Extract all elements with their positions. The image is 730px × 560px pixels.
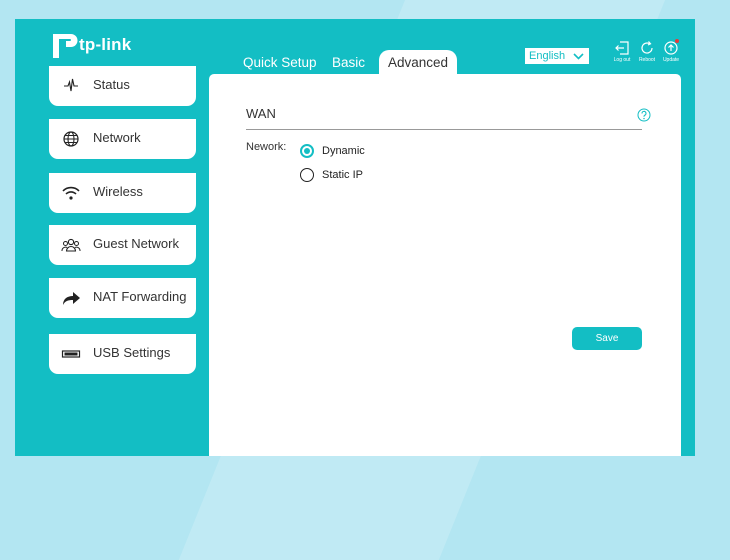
help-icon[interactable] (637, 108, 651, 122)
section-divider (246, 129, 642, 130)
radio-dynamic-label: Dynamic (322, 145, 365, 157)
radio-static-ip[interactable]: Static IP (300, 167, 420, 185)
section-title: WAN (246, 106, 276, 121)
sidebar-item-nat-forwarding[interactable]: NAT Forwarding (49, 278, 196, 318)
sidebar-item-label: USB Settings (93, 345, 171, 360)
sidebar-item-label: NAT Forwarding (93, 289, 187, 304)
tp-link-logo: tp-link (50, 30, 200, 64)
tab-quick-setup[interactable]: Quick Setup (243, 50, 317, 76)
forward-arrow-icon (63, 292, 80, 305)
content-panel: WAN Nework: Dynamic Static IP Save (209, 74, 681, 456)
language-value: English (529, 50, 566, 62)
network-type-label: Nework: (246, 141, 287, 153)
radio-dynamic-circle[interactable] (300, 144, 314, 158)
update-button[interactable]: Update (658, 39, 684, 64)
sidebar-item-status[interactable]: Status (49, 66, 196, 106)
logo-text: tp-link (79, 35, 132, 54)
reboot-icon (641, 41, 653, 54)
logout-label: Log out (613, 57, 631, 63)
sidebar-item-guest-network[interactable]: Guest Network (49, 225, 196, 265)
sidebar-item-network[interactable]: Network (49, 119, 196, 159)
update-badge (675, 39, 679, 43)
update-label: Update (662, 57, 680, 63)
radio-dynamic[interactable]: Dynamic (300, 143, 420, 161)
tp-link-logo-icon (53, 34, 78, 58)
tab-advanced[interactable]: Advanced (379, 50, 458, 76)
sidebar-item-label: Wireless (93, 184, 143, 199)
wifi-icon (62, 186, 80, 200)
tab-basic[interactable]: Basic (332, 50, 365, 76)
pulse-icon (64, 78, 78, 92)
users-icon (61, 238, 81, 252)
radio-static-ip-label: Static IP (322, 169, 363, 181)
chevron-down-icon (573, 53, 584, 60)
sidebar-item-usb-settings[interactable]: USB Settings (49, 334, 196, 374)
globe-icon (63, 131, 79, 147)
save-button[interactable]: Save (572, 327, 642, 350)
logout-button[interactable]: Log out (609, 40, 635, 64)
sidebar-item-label: Status (93, 77, 130, 92)
sidebar-item-label: Guest Network (93, 236, 179, 251)
sidebar-item-label: Network (93, 130, 141, 145)
usb-icon (61, 350, 81, 358)
reboot-label: Reboot (638, 57, 656, 63)
radio-static-ip-circle[interactable] (300, 168, 314, 182)
logout-icon (615, 41, 629, 55)
sidebar-item-wireless[interactable]: Wireless (49, 173, 196, 213)
reboot-button[interactable]: Reboot (634, 40, 660, 64)
language-select[interactable]: English (525, 48, 589, 64)
router-admin-app: tp-link Quick Setup Basic Advanced Engli… (15, 19, 695, 456)
